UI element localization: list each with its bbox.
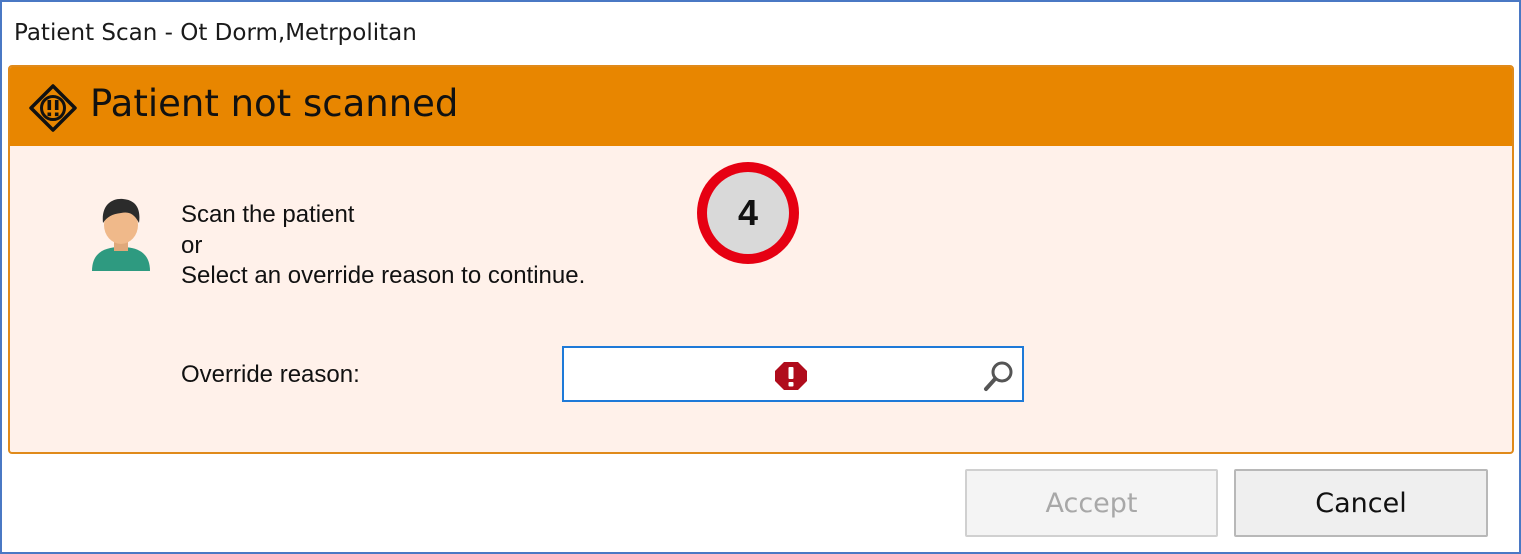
step-number: 4 [707, 172, 789, 254]
alert-panel: Patient not scanned Scan the patient or … [8, 65, 1514, 454]
instruction-line-2: or [181, 232, 203, 259]
alert-header: Patient not scanned [10, 67, 1512, 146]
step-number-badge: 4 [697, 162, 799, 264]
patient-avatar-icon [88, 195, 154, 273]
accept-button[interactable]: Accept [965, 469, 1218, 537]
alert-title: Patient not scanned [90, 82, 459, 125]
cancel-button[interactable]: Cancel [1234, 469, 1488, 537]
patient-scan-dialog: Patient Scan - Ot Dorm,Metrpolitan Patie… [0, 0, 1521, 554]
instruction-line-3: Select an override reason to continue. [181, 262, 586, 289]
error-icon [774, 361, 808, 391]
override-reason-label: Override reason: [181, 361, 360, 388]
search-icon[interactable] [982, 359, 1016, 393]
window-title: Patient Scan - Ot Dorm,Metrpolitan [14, 20, 417, 46]
instruction-line-1: Scan the patient [181, 201, 355, 228]
warning-diamond-icon [28, 83, 78, 133]
override-reason-field[interactable] [562, 346, 1024, 402]
